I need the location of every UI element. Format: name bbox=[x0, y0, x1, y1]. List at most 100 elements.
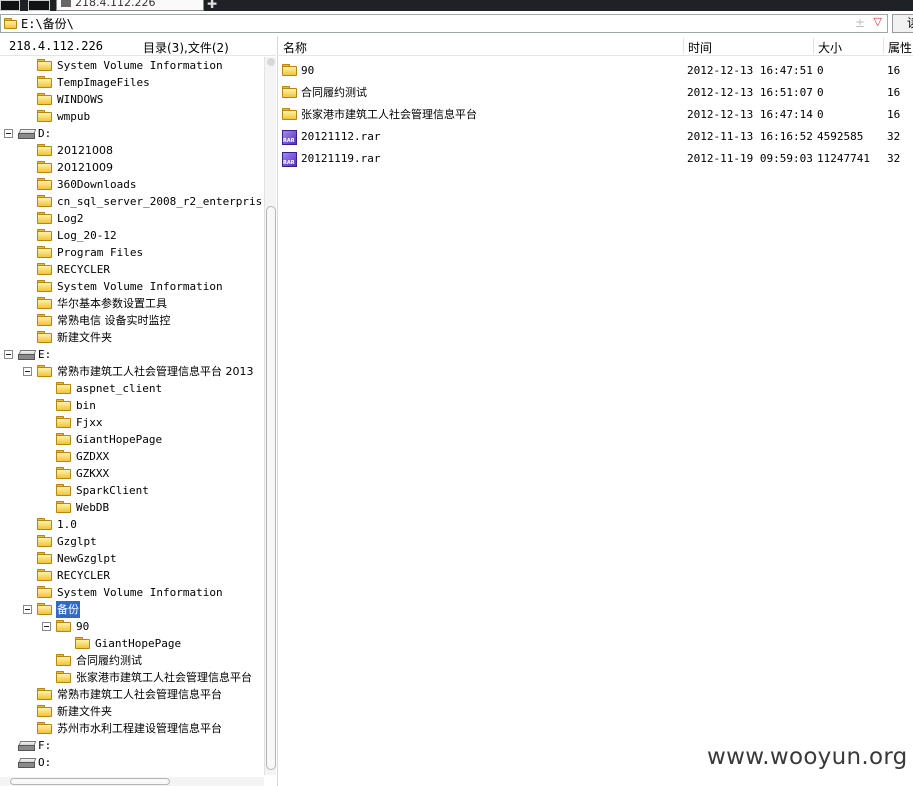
file-row[interactable]: 90 2012-12-13 16:47:51 0 16 bbox=[278, 60, 913, 82]
folder-icon bbox=[37, 705, 52, 717]
file-size: 0 bbox=[817, 64, 824, 77]
tree-item-label: System Volume Information bbox=[57, 59, 223, 72]
address-bar[interactable]: E:\备份\ ± ▽ bbox=[0, 14, 888, 33]
file-name: 20121112.rar bbox=[301, 130, 381, 143]
folder-icon bbox=[37, 212, 52, 224]
tree-item[interactable]: 20121008 bbox=[0, 142, 263, 159]
file-row[interactable]: 20121119.rar 2012-11-19 09:59:03 11247741 3… bbox=[278, 148, 913, 170]
column-header-attr[interactable]: 属性 bbox=[888, 39, 912, 56]
column-header-name[interactable]: 名称 bbox=[283, 39, 307, 56]
tree-item[interactable]: System Volume Information bbox=[0, 584, 263, 601]
file-name: 20121119.rar bbox=[301, 152, 381, 165]
collapse-toggle-icon[interactable] bbox=[42, 622, 51, 631]
tree-item-label: RECYCLER bbox=[57, 263, 110, 276]
column-header-time[interactable]: 时间 bbox=[688, 39, 712, 56]
tab-active[interactable]: 218.4.112.226 bbox=[56, 0, 204, 11]
tree-item-label: F: bbox=[38, 739, 52, 752]
file-name: 90 bbox=[301, 64, 315, 77]
tree-item[interactable]: RECYCLER bbox=[0, 261, 263, 278]
tree-item[interactable]: Fjxx bbox=[0, 414, 263, 431]
folder-icon bbox=[37, 229, 52, 241]
tab-title: 218.4.112.226 bbox=[75, 0, 156, 9]
folder-icon bbox=[37, 518, 52, 530]
collapse-toggle-icon[interactable] bbox=[4, 350, 13, 359]
drive-icon bbox=[18, 129, 35, 139]
scrollbar-thumb[interactable] bbox=[266, 206, 276, 770]
tree-item-label: WINDOWS bbox=[57, 93, 104, 106]
tree-item[interactable]: 360Downloads bbox=[0, 176, 263, 193]
tree-item[interactable]: GZDXX bbox=[0, 448, 263, 465]
goto-button[interactable]: 读取 bbox=[892, 14, 913, 33]
tree-item-label: WebDB bbox=[76, 501, 110, 514]
stop-icon[interactable] bbox=[28, 0, 50, 11]
tree-item[interactable]: TempImageFiles bbox=[0, 74, 263, 91]
tree-item[interactable]: 苏州市水利工程建设管理信息平台 bbox=[0, 720, 263, 737]
address-input[interactable]: E:\备份\ bbox=[21, 17, 74, 31]
tree-item[interactable]: System Volume Information bbox=[0, 57, 263, 74]
collapse-toggle-icon[interactable] bbox=[23, 605, 32, 614]
tree-item[interactable]: D: bbox=[0, 125, 263, 142]
tree-horizontal-scrollbar[interactable] bbox=[0, 777, 264, 786]
folder-icon bbox=[37, 297, 52, 309]
tree-item[interactable]: bin bbox=[0, 397, 263, 414]
tree-item[interactable]: GZKXX bbox=[0, 465, 263, 482]
file-row[interactable]: 20121112.rar 2012-11-13 16:16:52 4592585 32 bbox=[278, 126, 913, 148]
tree-item[interactable]: Log2 bbox=[0, 210, 263, 227]
drive-icon bbox=[18, 758, 35, 768]
tree-item[interactable]: SparkClient bbox=[0, 482, 263, 499]
tree-item[interactable]: wmpub bbox=[0, 108, 263, 125]
collapse-toggle-icon[interactable] bbox=[4, 129, 13, 138]
tree-item[interactable]: Log_20-12 bbox=[0, 227, 263, 244]
directory-stats: 目录(3),文件(2) bbox=[143, 41, 229, 55]
tree-item[interactable]: 90 bbox=[0, 618, 263, 635]
file-row[interactable]: 合同履约测试 2012-12-13 16:51:07 0 16 bbox=[278, 82, 913, 104]
tree-item[interactable]: F: bbox=[0, 737, 263, 754]
tree-item[interactable]: 华尔基本参数设置工具 bbox=[0, 295, 263, 312]
folder-icon bbox=[37, 263, 52, 275]
tree-item[interactable]: 20121009 bbox=[0, 159, 263, 176]
tree-item[interactable]: O: bbox=[0, 754, 263, 771]
tree-vertical-scrollbar[interactable] bbox=[264, 57, 276, 775]
tree-item[interactable]: 合同履约测试 bbox=[0, 652, 263, 669]
folder-icon bbox=[37, 144, 52, 156]
column-divider[interactable] bbox=[813, 38, 814, 54]
tree-item[interactable]: 张家港市建筑工人社会管理信息平台 bbox=[0, 669, 263, 686]
file-time: 2012-12-13 16:51:07 bbox=[687, 86, 813, 99]
file-row[interactable]: 张家港市建筑工人社会管理信息平台 2012-12-13 16:47:14 0 16 bbox=[278, 104, 913, 126]
tree-item[interactable]: GiantHopePage bbox=[0, 431, 263, 448]
new-tab-icon[interactable]: ✚ bbox=[207, 0, 217, 11]
folder-icon bbox=[37, 195, 52, 207]
tree-item[interactable]: 新建文件夹 bbox=[0, 329, 263, 346]
chevron-down-icon[interactable]: ▽ bbox=[874, 15, 882, 28]
column-header-size[interactable]: 大小 bbox=[818, 39, 842, 56]
tree-item[interactable]: WINDOWS bbox=[0, 91, 263, 108]
column-divider[interactable] bbox=[883, 38, 884, 54]
file-size: 11247741 bbox=[817, 152, 870, 165]
tree-item[interactable]: E: bbox=[0, 346, 263, 363]
tree-item[interactable]: Gzglpt bbox=[0, 533, 263, 550]
tree-item[interactable]: System Volume Information bbox=[0, 278, 263, 295]
tree-item[interactable]: 常熟市建筑工人社会管理信息平台 2013 bbox=[0, 363, 263, 380]
tree-item[interactable]: 1.0 bbox=[0, 516, 263, 533]
tree-item[interactable]: cn_sql_server_2008_r2_enterprise_x86 bbox=[0, 193, 263, 210]
tree-item[interactable]: aspnet_client bbox=[0, 380, 263, 397]
tree-item[interactable]: 备份 bbox=[0, 601, 263, 618]
tree-item[interactable]: Program Files bbox=[0, 244, 263, 261]
column-divider[interactable] bbox=[683, 38, 684, 54]
drive-icon bbox=[18, 350, 35, 360]
collapse-toggle-icon[interactable] bbox=[23, 367, 32, 376]
add-bookmark-icon[interactable]: ± bbox=[855, 16, 865, 30]
tree-item[interactable]: GiantHopePage bbox=[0, 635, 263, 652]
tree-item[interactable]: 常熟电信 设备实时监控 bbox=[0, 312, 263, 329]
tree-item[interactable]: RECYCLER bbox=[0, 567, 263, 584]
tree-item[interactable]: NewGzglpt bbox=[0, 550, 263, 567]
folder-icon bbox=[56, 501, 71, 513]
folder-icon bbox=[282, 108, 297, 120]
tree-item[interactable]: 常熟市建筑工人社会管理信息平台 bbox=[0, 686, 263, 703]
window-icon[interactable] bbox=[0, 0, 20, 11]
folder-icon bbox=[56, 433, 71, 445]
tree-item[interactable]: 新建文件夹 bbox=[0, 703, 263, 720]
scrollbar-thumb[interactable] bbox=[10, 778, 170, 785]
scroll-up-button[interactable] bbox=[267, 58, 275, 66]
tree-item[interactable]: WebDB bbox=[0, 499, 263, 516]
